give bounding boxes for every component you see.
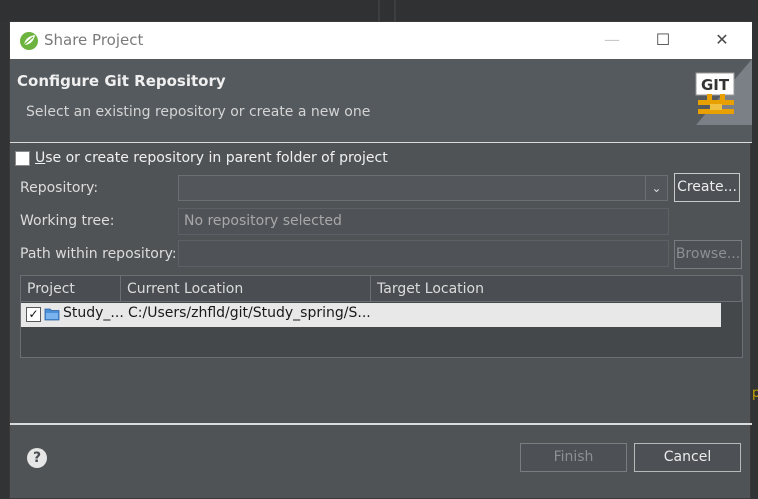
- column-header-current-location[interactable]: Current Location: [121, 276, 371, 302]
- project-cell: Study_...: [63, 305, 124, 321]
- path-within-repository-field: [178, 240, 669, 267]
- working-tree-label: Working tree:: [20, 213, 115, 229]
- ide-divider: [378, 0, 380, 21]
- finish-button[interactable]: Finish: [520, 443, 627, 472]
- ide-background-top: [0, 0, 758, 21]
- parent-folder-label-text: se or create repository in parent folder…: [45, 150, 388, 166]
- ide-background-glyph: p: [752, 386, 758, 401]
- browse-button[interactable]: Browse...: [674, 240, 742, 269]
- parent-folder-checkbox[interactable]: [15, 151, 30, 166]
- repository-label: Repository:: [20, 180, 99, 196]
- share-project-dialog: Share Project — ☐ ✕ Configure Git Reposi…: [9, 21, 752, 499]
- column-header-target-location[interactable]: Target Location: [371, 276, 742, 302]
- repository-combo[interactable]: ⌄: [178, 175, 668, 201]
- title-bar[interactable]: Share Project — ☐ ✕: [10, 22, 752, 59]
- create-button[interactable]: Create...: [674, 173, 740, 202]
- footer-divider: [10, 423, 752, 425]
- git-logo-icon: GIT: [695, 59, 752, 125]
- minimize-icon[interactable]: —: [592, 28, 632, 52]
- help-icon[interactable]: ?: [27, 448, 47, 468]
- table-header: Project Current Location Target Location: [21, 276, 742, 302]
- page-subtitle: Select an existing repository or create …: [26, 104, 371, 120]
- maximize-icon[interactable]: ☐: [643, 28, 683, 52]
- row-checkbox[interactable]: ✓: [26, 307, 41, 322]
- mnemonic-letter: U: [35, 150, 46, 166]
- spring-leaf-icon: [20, 32, 38, 50]
- ide-background-left: [0, 21, 9, 499]
- window-title: Share Project: [44, 31, 144, 49]
- git-badge-text: GIT: [701, 76, 730, 94]
- current-location-cell: C:/Users/zhfld/git/Study_spring/S...: [128, 305, 371, 321]
- projects-table[interactable]: Project Current Location Target Location…: [20, 275, 743, 358]
- chevron-down-icon[interactable]: ⌄: [645, 176, 667, 200]
- column-header-project[interactable]: Project: [21, 276, 121, 302]
- project-folder-icon: [44, 308, 60, 321]
- cancel-button[interactable]: Cancel: [634, 443, 741, 472]
- page-title: Configure Git Repository: [17, 72, 226, 90]
- wizard-header: Configure Git Repository Select an exist…: [10, 59, 752, 143]
- close-icon[interactable]: ✕: [702, 28, 742, 52]
- ide-background-right: [751, 21, 758, 499]
- table-row[interactable]: ✓ Study_... C:/Users/zhfld/git/Study_spr…: [21, 303, 721, 327]
- ide-divider: [394, 0, 396, 21]
- working-tree-field: No repository selected: [178, 208, 669, 235]
- path-within-repository-label: Path within repository:: [20, 246, 177, 262]
- parent-folder-label[interactable]: Use or create repository in parent folde…: [35, 150, 388, 166]
